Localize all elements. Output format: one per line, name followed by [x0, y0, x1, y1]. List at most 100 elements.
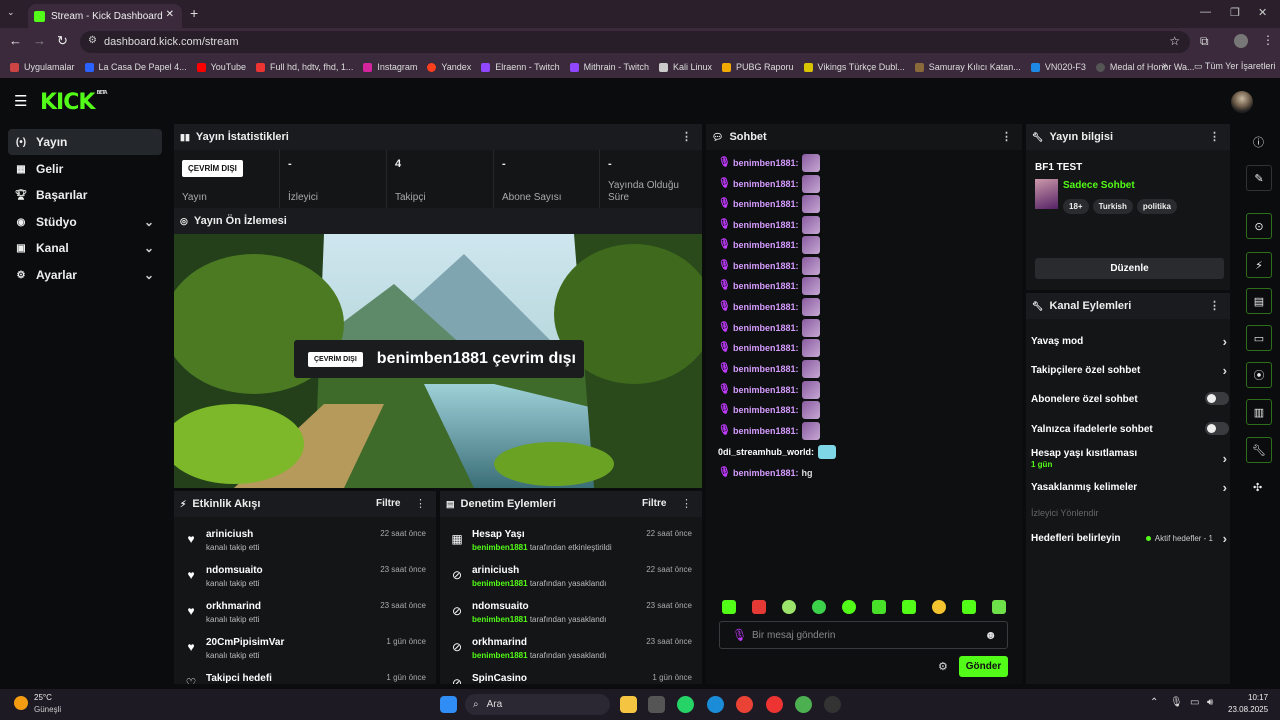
- chat-message[interactable]: 🎙︎ benimben1881:: [718, 215, 820, 235]
- browser-menu-icon[interactable]: ⋮: [1262, 33, 1274, 47]
- site-info-icon[interactable]: ⚙: [88, 35, 97, 46]
- list-item[interactable]: ♥ 20CmPipisimVar kanalı takip etti 1 gün ön…: [174, 631, 436, 667]
- bookmark-item[interactable]: Kali Linux: [658, 62, 712, 72]
- emote-only-toggle[interactable]: [1205, 422, 1229, 435]
- all-bookmarks[interactable]: ▭ Tüm Yer İşaretleri: [1194, 61, 1275, 72]
- emote-icon[interactable]: [782, 600, 796, 614]
- chrome-icon[interactable]: [736, 696, 753, 713]
- bookmark-item[interactable]: YouTube: [196, 62, 246, 72]
- stream-preview[interactable]: ÇEVRİM DIŞI benimben1881 çevrim dışı: [174, 234, 702, 488]
- close-window-icon[interactable]: ✕: [1258, 6, 1267, 19]
- tab-list-icon[interactable]: ⌄: [7, 7, 15, 18]
- kick-logo[interactable]: KICK BETA: [40, 90, 108, 115]
- chat-message[interactable]: 🎙︎ benimben1881:: [718, 318, 820, 338]
- bookmark-item[interactable]: Full hd, hdtv, fhd, 1...: [255, 62, 353, 72]
- emote-icon[interactable]: [752, 600, 766, 614]
- sidebar-item-gelir[interactable]: ▦ Gelir: [8, 156, 162, 182]
- bookmark-item[interactable]: Instagram: [363, 62, 417, 72]
- rail-wrench-icon[interactable]: 🔧︎: [1246, 437, 1272, 463]
- filter-button[interactable]: Filtre: [376, 498, 400, 509]
- filter-button[interactable]: Filtre: [642, 498, 666, 509]
- list-item[interactable]: ▦ Hesap Yaşı benimben1881 tarafından etkin…: [440, 523, 702, 559]
- rail-edit-icon[interactable]: ✎: [1246, 165, 1272, 191]
- whatsapp-icon[interactable]: [677, 696, 694, 713]
- slow-mode-item[interactable]: Yavaş mod ›: [1031, 334, 1231, 349]
- chat-message[interactable]: 🎙︎ benimben1881: hg: [718, 463, 813, 483]
- chat-message[interactable]: 🎙︎ benimben1881:: [718, 380, 820, 400]
- sidebar-item-ayarlar[interactable]: ⚙ Ayarlar ⌄: [8, 262, 162, 288]
- media-icon[interactable]: [766, 696, 783, 713]
- emote-icon[interactable]: [872, 600, 886, 614]
- bookmark-item[interactable]: VN020-F3: [1030, 62, 1086, 72]
- sidebar-item-basarilar[interactable]: 🏆︎ Başarılar: [8, 182, 162, 208]
- tray-chevron-icon[interactable]: ⌃: [1150, 697, 1158, 708]
- edge-icon[interactable]: [707, 696, 724, 713]
- chat-message[interactable]: 🎙︎ benimben1881:: [718, 338, 820, 358]
- list-item[interactable]: ⊘ SpinCasino 1 gün önce: [440, 667, 702, 684]
- bookmark-item[interactable]: Medal of Honor Wa...: [1095, 62, 1195, 72]
- tag[interactable]: Turkish: [1092, 199, 1133, 214]
- chat-message[interactable]: 🎙︎ benimben1881:: [718, 256, 820, 276]
- restore-icon[interactable]: ❐: [1230, 6, 1240, 19]
- edit-button[interactable]: Düzenle: [1035, 258, 1224, 279]
- kebab-icon[interactable]: ⋮: [1001, 130, 1012, 143]
- network-icon[interactable]: ▭: [1190, 697, 1199, 708]
- list-item[interactable]: ⊘ orkhmarind benimben1881 tarafından yasak…: [440, 631, 702, 667]
- emote-icon[interactable]: [992, 600, 1006, 614]
- kebab-icon[interactable]: ⋮: [415, 497, 426, 510]
- menu-icon[interactable]: ☰: [14, 92, 27, 110]
- volume-icon[interactable]: 🔊︎: [1207, 697, 1213, 708]
- profile-icon[interactable]: [1234, 34, 1248, 48]
- emote-icon[interactable]: [932, 600, 946, 614]
- forward-icon[interactable]: →: [33, 33, 46, 48]
- weather-temp[interactable]: 25°C: [34, 693, 52, 702]
- chat-settings-icon[interactable]: ⚙: [938, 660, 948, 673]
- bookmark-star-icon[interactable]: ☆: [1169, 34, 1180, 48]
- kebab-icon[interactable]: ⋮: [1209, 299, 1220, 312]
- url-field[interactable]: ⚙ dashboard.kick.com/stream ☆: [80, 31, 1190, 53]
- rail-apps-icon[interactable]: ✣: [1253, 481, 1262, 494]
- mic-tray-icon[interactable]: 🎙︎: [1170, 697, 1183, 708]
- followers-only-item[interactable]: Takipçilere özel sohbet ›: [1031, 363, 1231, 378]
- browser-tab[interactable]: Stream - Kick Dashboard ✕: [28, 4, 182, 28]
- bookmark-item[interactable]: PUBG Raporu: [722, 62, 794, 72]
- store-icon[interactable]: [648, 696, 665, 713]
- tag[interactable]: 18+: [1063, 199, 1089, 214]
- obs-icon[interactable]: [824, 696, 841, 713]
- bookmark-item[interactable]: Uygulamalar: [10, 62, 75, 72]
- avatar[interactable]: [1231, 91, 1253, 113]
- list-item[interactable]: ⊘ ndomsuaito benimben1881 tarafından yasak…: [440, 595, 702, 631]
- file-explorer-icon[interactable]: [620, 696, 637, 713]
- kebab-icon[interactable]: ⋮: [681, 497, 692, 510]
- bookmark-item[interactable]: Samuray Kılıcı Katan...: [914, 62, 1021, 72]
- list-item[interactable]: ♡ Takipci hedefi 1 gün önce: [174, 667, 436, 684]
- send-button[interactable]: Gönder: [959, 656, 1008, 677]
- tag[interactable]: politika: [1136, 199, 1177, 214]
- emote-icon[interactable]: [722, 600, 736, 614]
- kebab-icon[interactable]: ⋮: [1209, 130, 1220, 143]
- chrome-icon[interactable]: [795, 696, 812, 713]
- chat-message[interactable]: 🎙︎ benimben1881:: [718, 153, 820, 173]
- rail-document-icon[interactable]: ▤: [1246, 288, 1272, 314]
- windows-start-icon[interactable]: [440, 696, 457, 713]
- info-icon[interactable]: ⓘ: [1253, 134, 1264, 150]
- rail-camera-icon[interactable]: ⊙: [1246, 213, 1272, 239]
- kebab-icon[interactable]: ⋮: [681, 130, 692, 143]
- minimize-icon[interactable]: —: [1200, 6, 1211, 18]
- list-item[interactable]: ♥ ndomsuaito kanalı takip etti 23 saat önce: [174, 559, 436, 595]
- emote-icon[interactable]: [842, 600, 856, 614]
- new-tab-icon[interactable]: +: [190, 5, 198, 21]
- emoji-icon[interactable]: ☻: [984, 628, 997, 642]
- list-item[interactable]: ♥ orkhmarind kanalı takip etti 23 saat önce: [174, 595, 436, 631]
- clock-date[interactable]: 23.08.2025: [1228, 705, 1268, 714]
- rail-broadcast-icon[interactable]: ⦿: [1246, 362, 1272, 388]
- bookmark-item[interactable]: Mithrain - Twitch: [569, 62, 649, 72]
- list-item[interactable]: ⊘ ariniciush benimben1881 tarafından yasak…: [440, 559, 702, 595]
- category-name[interactable]: Sadece Sohbet: [1063, 180, 1135, 191]
- reload-icon[interactable]: ↻: [57, 33, 68, 49]
- chat-message[interactable]: 🎙︎ benimben1881:: [718, 359, 820, 379]
- account-age-item[interactable]: Hesap yaşı kısıtlaması › 1 gün: [1031, 448, 1231, 469]
- sidebar-item-studyo[interactable]: ◉ Stüdyo ⌄: [8, 209, 162, 235]
- more-bookmarks-icon[interactable]: »: [1162, 60, 1168, 71]
- emote-icon[interactable]: [902, 600, 916, 614]
